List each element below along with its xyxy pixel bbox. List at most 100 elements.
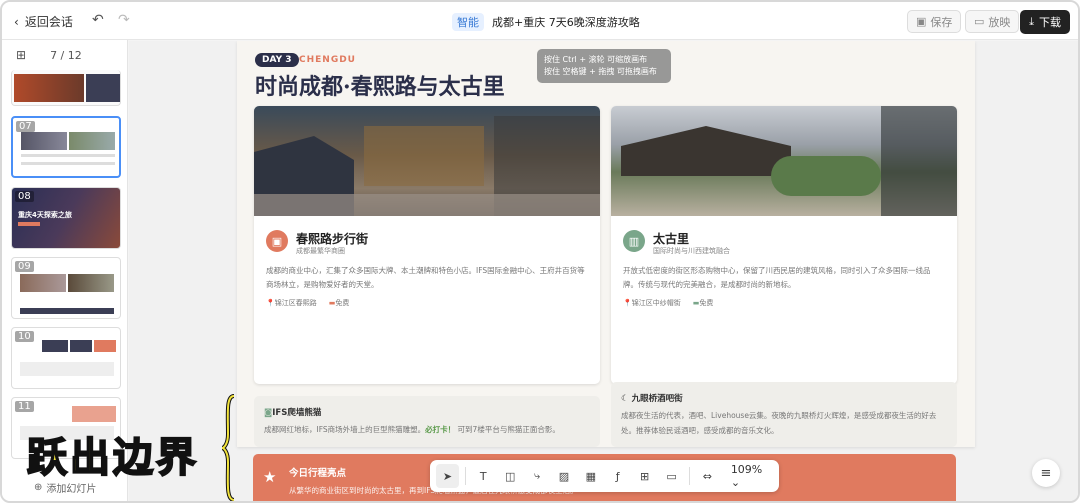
slide-thumb-07[interactable]: 07: [11, 116, 121, 178]
plus-circle-icon: ⊕: [34, 482, 43, 493]
page-indicator: 7 / 12: [50, 48, 82, 62]
doc-title-text: 成都+重庆 7天6晚深度游攻略: [492, 16, 640, 29]
chunxi-photo: [254, 106, 600, 216]
mini-card-ifs-panda[interactable]: ◙IFS爬墙熊猫 成都网红地标，IFS商场外墙上的巨型熊猫雕塑。必打卡！ 可到7…: [254, 396, 600, 447]
card-meta: 📍锦江区中纱帽街 ▬免费: [623, 298, 713, 308]
back-label: 返回会话: [24, 15, 73, 29]
location-text: 锦江区春熙路: [274, 299, 317, 307]
thumb-line: [21, 162, 115, 165]
download-button[interactable]: ⤓ 下载: [1020, 10, 1070, 34]
thumb-block: [20, 362, 114, 376]
image-tool-icon[interactable]: ▨: [553, 464, 576, 488]
thumb-number: 07: [16, 121, 35, 132]
thumb-block: [70, 340, 92, 352]
menu-button[interactable]: ≡: [1032, 459, 1060, 487]
fit-screen-icon[interactable]: ⇔: [696, 464, 719, 488]
spot-card-taikooli[interactable]: ▥ 太古里 国际时尚与川西建筑融合 开放式低密度的街区形态购物中心，保留了川西民…: [611, 106, 957, 384]
highlight-title: 今日行程亮点: [289, 468, 347, 479]
table-tool-icon[interactable]: ▦: [579, 464, 602, 488]
map-pin-icon: 📍: [266, 299, 275, 307]
thumb-panel: [86, 74, 120, 102]
card-subtitle: 成都最繁华商圈: [296, 247, 345, 255]
mini-desc-text: 成都网红地标，IFS商场外墙上的巨型熊猫雕塑。: [264, 425, 426, 434]
hamburger-icon: ≡: [1040, 465, 1052, 481]
thumb-block: [94, 340, 116, 352]
text-tool-icon[interactable]: T: [472, 464, 495, 488]
download-icon: ⤓: [1029, 15, 1034, 28]
redo-icon[interactable]: ↷: [118, 12, 130, 28]
slide-thumb-08[interactable]: 08 重庆4天探索之旅: [11, 187, 121, 249]
thumb-number: 08: [15, 191, 34, 202]
save-icon: ▣: [916, 15, 927, 28]
document-title: 智能 成都+重庆 7天6晚深度游攻略: [452, 13, 640, 31]
mini-card-description: 成都网红地标，IFS商场外墙上的巨型熊猫雕塑。必打卡！ 可到7楼平台与熊猫正面合…: [264, 422, 594, 437]
thumb-image: [69, 132, 115, 150]
building-shape: [364, 126, 484, 186]
thumb-number: 09: [15, 261, 34, 272]
canvas[interactable]: DAY 3 CHENGDU 时尚成都·春熙路与太古里 按住 Ctrl + 滚轮 …: [129, 41, 1078, 501]
undo-icon[interactable]: ↶: [92, 12, 104, 28]
present-button[interactable]: ▭ 放映: [965, 10, 1020, 33]
card-description: 成都的商业中心，汇集了众多国际大牌、本土潮牌和特色小店。IFS国际金融中心、王府…: [266, 266, 585, 289]
thumb-image: [14, 74, 84, 102]
save-label: 保存: [930, 15, 953, 29]
moon-icon: ☾: [621, 394, 632, 404]
slide-thumb-06[interactable]: [11, 70, 121, 106]
slide-thumb-09[interactable]: 09: [11, 257, 121, 319]
tip-line: 按住 Ctrl + 滚轮 可缩放画布: [544, 55, 648, 64]
price-meta: ▬免费: [329, 298, 350, 308]
card-title: 春熙路步行街: [296, 232, 369, 246]
thumb-image: [68, 274, 114, 292]
location-meta: 📍锦江区春熙路: [266, 298, 317, 308]
thumb-block: [42, 340, 68, 352]
zoom-value: 109%: [730, 463, 763, 476]
thumb-line: [21, 154, 115, 157]
curly-brace-annotation: [221, 394, 235, 501]
formula-tool-icon[interactable]: ƒ: [606, 464, 629, 488]
media-tool-icon[interactable]: ▭: [660, 464, 683, 488]
toolbar-divider: [688, 467, 690, 485]
app-window: ‹ 返回会话 ↶ ↷ 智能 成都+重庆 7天6晚深度游攻略 ▣ 保存 ▭ 放映 …: [0, 0, 1080, 503]
thumb-tag: [18, 222, 40, 226]
zoom-select[interactable]: 109% ⌄: [731, 463, 773, 489]
price-meta: ▬免费: [693, 298, 714, 308]
present-icon: ▭: [974, 15, 985, 28]
mini-card-jiuyanqiao[interactable]: ☾ 九眼桥酒吧街 成都夜生活的代表，酒吧、Livehouse云集。夜晚的九眼桥灯…: [611, 382, 957, 447]
slide[interactable]: DAY 3 CHENGDU 时尚成都·春熙路与太古里 按住 Ctrl + 滚轮 …: [237, 41, 975, 447]
mini-desc-emphasis: 必打卡！: [425, 425, 456, 434]
save-button[interactable]: ▣ 保存: [907, 10, 962, 33]
thumb-image: [20, 274, 66, 292]
tree-shape: [771, 156, 881, 196]
thumb-image: [21, 132, 67, 150]
building-icon: ▥: [623, 230, 645, 252]
tip-line: 按住 空格键 + 拖拽 可拖拽画布: [544, 67, 657, 76]
connector-tool-icon[interactable]: ⤷: [526, 464, 549, 488]
mini-desc-text: 可到7楼平台与熊猫正面合影。: [457, 425, 560, 434]
card-description: 开放式低密度的街区形态购物中心，保留了川西民居的建筑风格，同时引入了众多国际一线…: [623, 266, 931, 289]
location-meta: 📍锦江区中纱帽街: [623, 298, 681, 308]
thumb-bar: [20, 308, 114, 314]
price-text: 免费: [335, 299, 350, 307]
top-bar: ‹ 返回会话 ↶ ↷ 智能 成都+重庆 7天6晚深度游攻略 ▣ 保存 ▭ 放映 …: [2, 2, 1078, 40]
taikooli-photo: [611, 106, 957, 216]
back-to-chat-button[interactable]: ‹ 返回会话: [14, 13, 73, 30]
mini-card-description: 成都夜生活的代表，酒吧、Livehouse云集。夜晚的九眼桥灯火辉煌，是感受成都…: [621, 411, 937, 435]
sidebar-header: ⊞ 7 / 12: [16, 48, 82, 62]
map-pin-icon: 📍: [623, 299, 632, 307]
present-label: 放映: [988, 15, 1011, 29]
shopping-bag-icon: ▣: [266, 230, 288, 252]
spot-card-chunxi[interactable]: ▣ 春熙路步行街 成都最繁华商圈 成都的商业中心，汇集了众多国际大牌、本土潮牌和…: [254, 106, 600, 384]
location-text: 锦江区中纱帽街: [631, 299, 681, 307]
thumb-number: 11: [15, 401, 34, 412]
city-label: CHENGDU: [299, 55, 356, 65]
mini-card-title: ◙IFS爬墙熊猫: [264, 406, 321, 418]
select-tool-icon[interactable]: ➤: [436, 464, 459, 488]
grid-view-icon[interactable]: ⊞: [16, 48, 26, 62]
mini-title-text: 九眼桥酒吧街: [631, 394, 683, 404]
component-tool-icon[interactable]: ⊞: [633, 464, 656, 488]
shape-tool-icon[interactable]: ◫: [499, 464, 522, 488]
download-label: 下载: [1039, 16, 1061, 29]
slide-title[interactable]: 时尚成都·春熙路与太古里: [255, 69, 505, 101]
slide-thumb-10[interactable]: 10: [11, 327, 121, 389]
day-tag: DAY 3: [255, 53, 299, 67]
